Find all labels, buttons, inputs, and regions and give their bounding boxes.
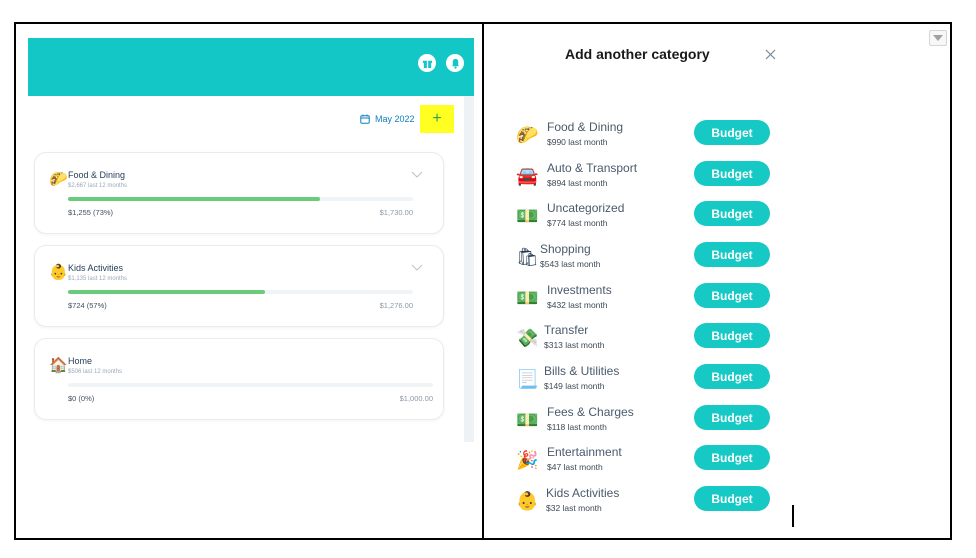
budget-button[interactable]: Budget — [694, 486, 770, 511]
budget-limit: $1,276.00 — [379, 301, 413, 310]
category-row: 🌮 Food & Dining $990 last month Budget — [514, 118, 784, 152]
budget-button[interactable]: Budget — [694, 242, 770, 267]
budget-history: $2,667 last 12 months — [68, 183, 128, 189]
budget-button[interactable]: Budget — [694, 201, 770, 226]
category-amount: $149 last month — [544, 381, 605, 391]
budget-progress-track — [68, 290, 413, 294]
category-amount: $543 last month — [540, 259, 601, 269]
category-amount: $313 last month — [544, 340, 605, 350]
category-amount: $118 last month — [547, 422, 607, 432]
budget-spent: $0 (0%) — [68, 394, 95, 403]
budget-limit: $1,000.00 — [399, 394, 433, 403]
category-row: 📃 Bills & Utilities $149 last month Budget — [514, 362, 784, 396]
category-name: Investments — [547, 283, 612, 297]
budget-limit: $1,730.00 — [379, 208, 413, 217]
taco-icon: 🌮 — [49, 171, 68, 188]
add-category-modal: Add another category 🌮 Food & Dining $990 … — [484, 24, 950, 538]
category-icon: 💵 — [516, 206, 539, 226]
budget-button[interactable]: Budget — [694, 445, 770, 470]
category-icon: 🌮 — [516, 125, 539, 145]
add-budget-button[interactable]: + — [420, 105, 454, 133]
category-row: 👶 Kids Activities $32 last month Budget — [514, 484, 784, 518]
category-row: 🚘 Auto & Transport $894 last month Budget — [514, 159, 784, 193]
budget-card-food-dining[interactable]: 🌮 Food & Dining $2,667 last 12 months $1… — [34, 152, 444, 234]
modal-title: Add another category — [565, 46, 710, 62]
dropdown-toggle[interactable] — [929, 30, 947, 46]
bell-icon[interactable] — [446, 54, 464, 72]
budget-progress-fill — [68, 290, 265, 294]
budget-button[interactable]: Budget — [694, 120, 770, 145]
budget-button[interactable]: Budget — [694, 405, 770, 430]
category-row: 💵 Investments $432 last month Budget — [514, 281, 784, 315]
category-icon: 🛍 — [516, 247, 539, 267]
budget-card-kids-activities[interactable]: 👶 Kids Activities $1,135 last 12 months … — [34, 245, 444, 327]
month-selector[interactable]: May 2022 — [360, 110, 415, 128]
baby-icon: 👶 — [49, 264, 68, 281]
category-icon: 📃 — [516, 369, 539, 389]
category-row: 💵 Uncategorized $774 last month Budget — [514, 199, 784, 233]
text-cursor — [792, 505, 794, 527]
category-name: Uncategorized — [547, 201, 625, 215]
category-amount: $432 last month — [547, 300, 608, 310]
category-icon: 👶 — [516, 491, 539, 511]
category-name: Fees & Charges — [547, 405, 634, 419]
category-name: Bills & Utilities — [544, 364, 620, 378]
category-name: Kids Activities — [546, 486, 620, 500]
budget-spent: $1,255 (73%) — [68, 208, 114, 217]
category-icon: 🎉 — [516, 450, 539, 470]
chevron-down-icon[interactable] — [411, 264, 423, 272]
category-name: Shopping — [540, 242, 591, 256]
category-amount: $774 last month — [547, 218, 608, 228]
category-name: Food & Dining — [547, 120, 624, 134]
category-amount: $894 last month — [547, 178, 608, 188]
budget-button[interactable]: Budget — [694, 323, 770, 348]
budget-name: Kids Activities — [68, 263, 124, 273]
app-header — [28, 38, 474, 96]
budget-name: Food & Dining — [68, 170, 126, 180]
category-icon: 🚘 — [516, 166, 539, 186]
scrollbar[interactable] — [464, 96, 474, 442]
category-icon: 💵 — [516, 288, 539, 308]
close-icon[interactable] — [765, 49, 776, 60]
house-icon: 🏠 — [49, 357, 68, 374]
budget-app: May 2022 + 🌮 Food & Dining $2,667 last 1… — [16, 24, 482, 538]
category-amount: $990 last month — [547, 137, 608, 147]
budget-card-home[interactable]: 🏠 Home $506 last 12 months $0 (0%) $1,00… — [34, 338, 444, 420]
category-amount: $32 last month — [546, 503, 602, 513]
gift-icon[interactable] — [418, 54, 436, 72]
category-row: 💵 Fees & Charges $118 last month Budget — [514, 403, 784, 437]
calendar-icon — [360, 114, 370, 124]
category-icon: 💵 — [516, 410, 539, 430]
chevron-down-icon — [933, 35, 943, 41]
month-label: May 2022 — [375, 114, 415, 124]
budget-progress-track — [68, 197, 413, 201]
category-row: 💸 Transfer $313 last month Budget — [514, 321, 784, 355]
category-name: Entertainment — [547, 445, 622, 459]
budget-progress-track — [68, 383, 433, 387]
budget-name: Home — [68, 356, 93, 366]
category-row: 🛍 Shopping $543 last month Budget — [514, 240, 784, 274]
budget-history: $506 last 12 months — [68, 369, 123, 375]
category-amount: $47 last month — [547, 462, 603, 472]
category-name: Transfer — [544, 323, 589, 337]
category-name: Auto & Transport — [547, 161, 638, 175]
budget-spent: $724 (57%) — [68, 301, 107, 310]
category-icon: 💸 — [516, 328, 539, 348]
chevron-down-icon[interactable] — [411, 171, 423, 179]
budget-button[interactable]: Budget — [694, 364, 770, 389]
budget-progress-fill — [68, 197, 320, 201]
category-row: 🎉 Entertainment $47 last month Budget — [514, 443, 784, 477]
budget-button[interactable]: Budget — [694, 283, 770, 308]
budget-history: $1,135 last 12 months — [68, 276, 128, 282]
budget-button[interactable]: Budget — [694, 161, 770, 186]
